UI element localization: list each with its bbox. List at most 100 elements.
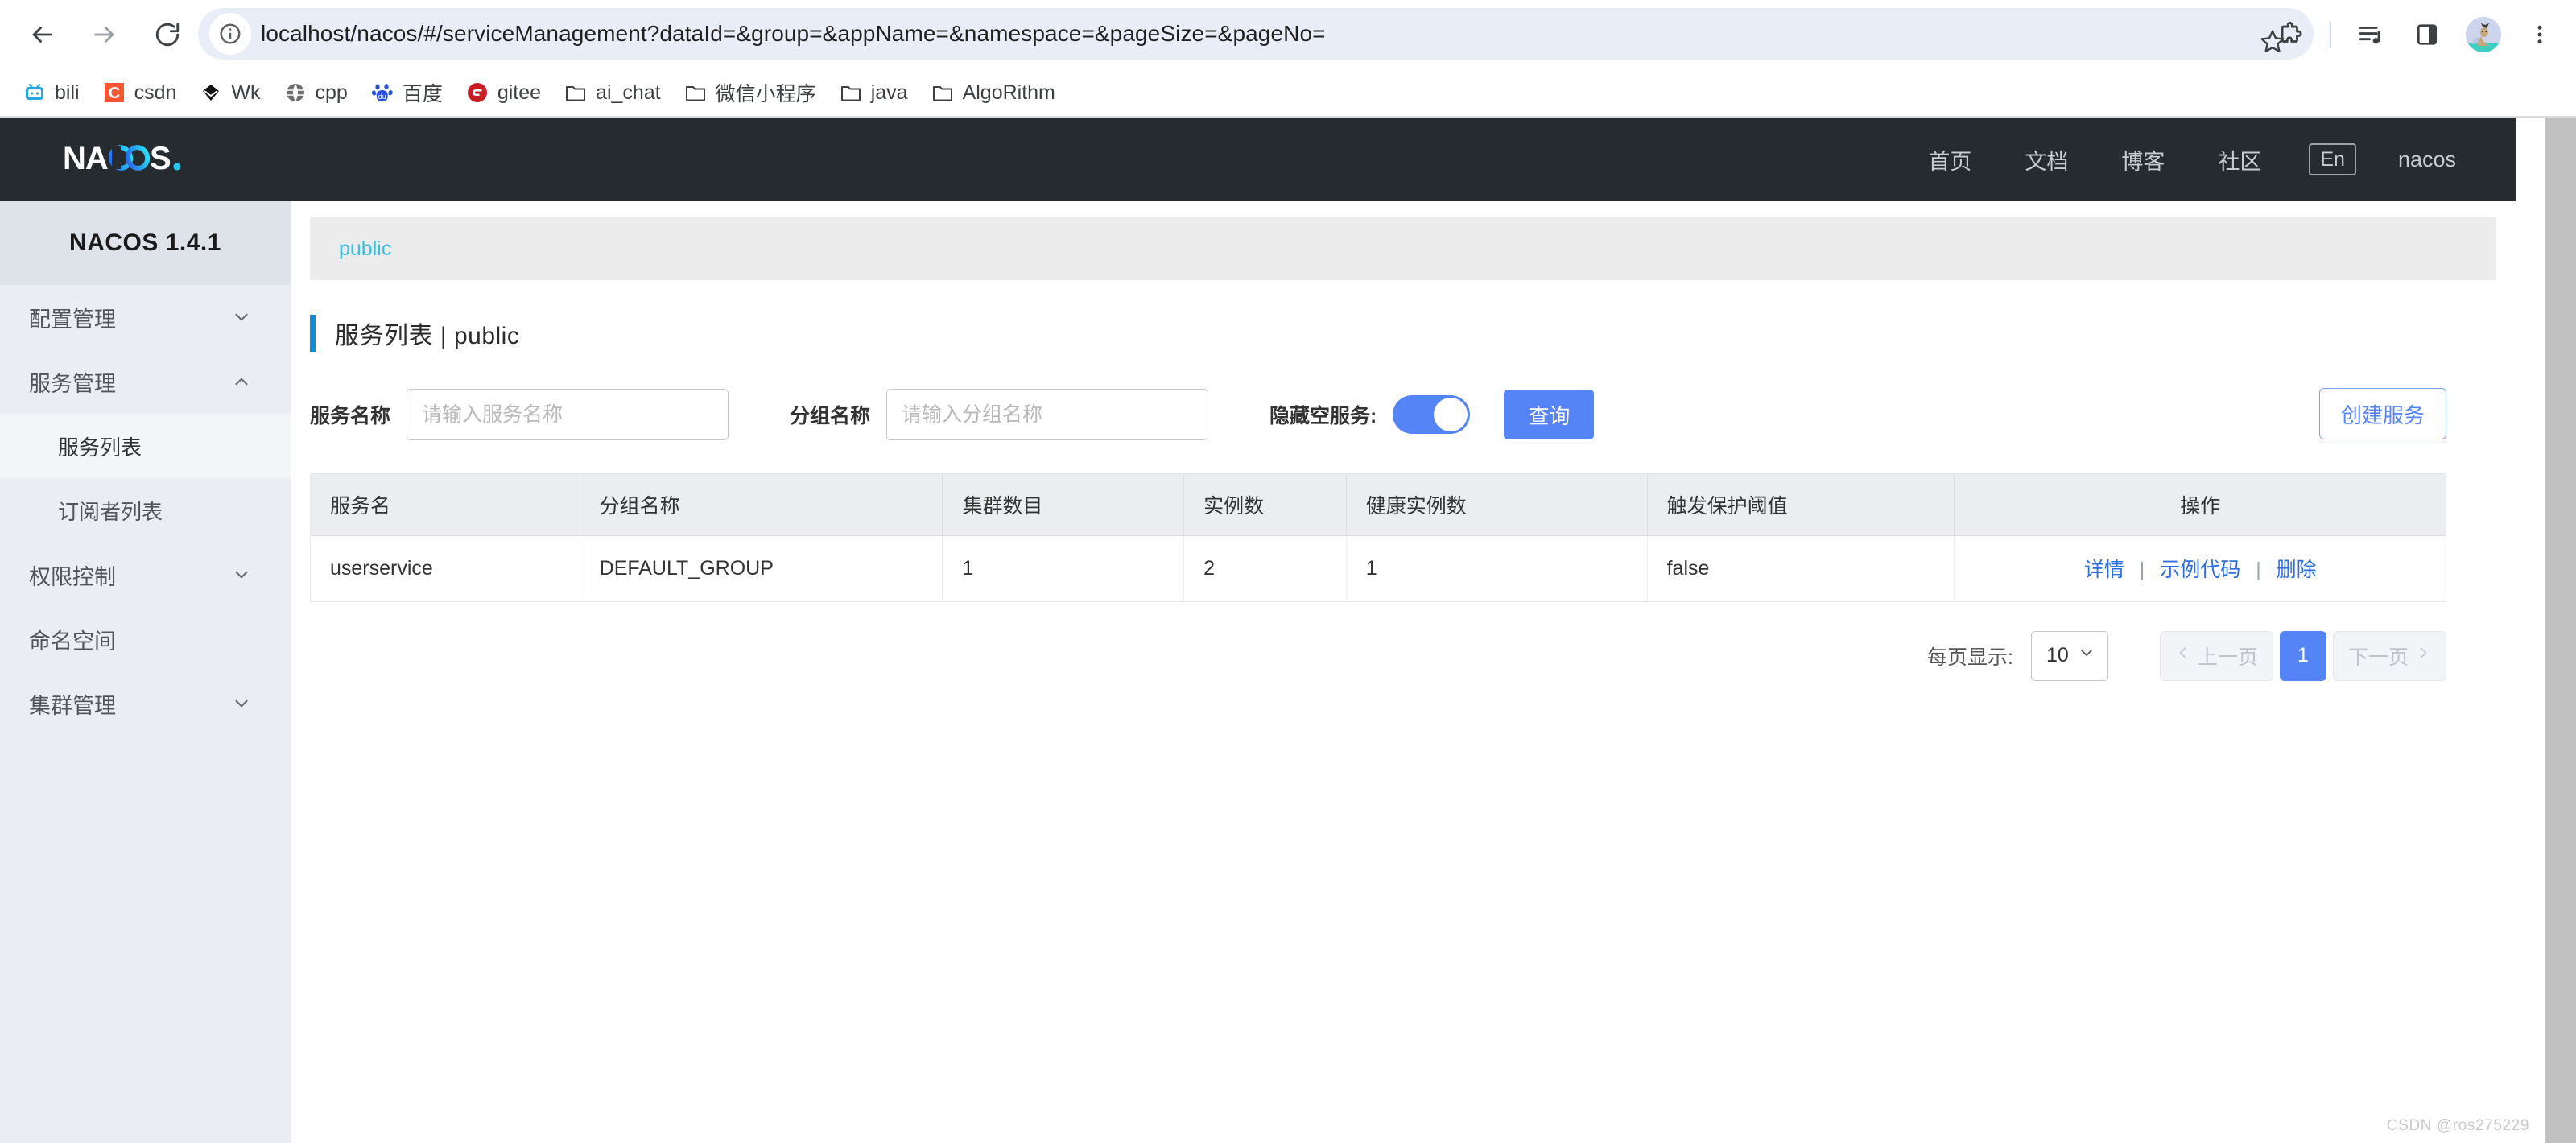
folder-icon: [683, 80, 708, 105]
side-panel-icon[interactable]: [2402, 10, 2452, 60]
sidebar-item-label: 命名空间: [29, 629, 116, 654]
cpp-globe-icon: [283, 80, 308, 105]
table-header-row: 服务名 分组名称 集群数目 实例数 健康实例数 触发保护阈值 操作: [311, 474, 2446, 536]
breadcrumb-namespace-link[interactable]: public: [339, 237, 391, 261]
cell-cluster-count: 1: [942, 535, 1185, 602]
sidebar-item-service-list[interactable]: 服务列表: [0, 414, 291, 478]
page-number-1-button[interactable]: 1: [2279, 630, 2326, 681]
group-name-input[interactable]: [886, 389, 1209, 440]
forward-button[interactable]: [79, 9, 130, 60]
reload-button[interactable]: [142, 9, 193, 60]
svg-text:S: S: [150, 141, 171, 176]
chevron-up-icon: [231, 371, 252, 392]
action-separator: |: [2139, 559, 2145, 581]
screenshot-root: localhost/nacos/#/serviceManagement?data…: [0, 0, 2576, 1143]
browser-toolbar: localhost/nacos/#/serviceManagement?data…: [0, 0, 2576, 69]
address-bar[interactable]: localhost/nacos/#/serviceManagement?data…: [198, 8, 2314, 60]
hide-empty-service-toggle[interactable]: [1393, 395, 1471, 434]
navigation-buttons: [16, 0, 193, 69]
filter-bar: 服务名称 分组名称 隐藏空服务: 查询 创建服务: [310, 388, 2516, 441]
service-name-input[interactable]: [407, 389, 729, 440]
extensions-puzzle-icon[interactable]: [2265, 10, 2315, 60]
service-table-wrapper: 服务名 分组名称 集群数目 实例数 健康实例数 触发保护阈值 操作 userse…: [310, 473, 2446, 602]
sidebar-item-service-management[interactable]: 服务管理: [0, 349, 291, 414]
sidebar-item-label: 配置管理: [29, 307, 116, 332]
hide-empty-service-label: 隐藏空服务:: [1269, 405, 1377, 427]
back-button[interactable]: [16, 9, 68, 60]
browser-window-scrollbar[interactable]: [2545, 118, 2576, 1143]
prev-page-label: 上一页: [2197, 646, 2258, 669]
sidebar-item-permission-control[interactable]: 权限控制: [0, 543, 291, 607]
bookmark-wk[interactable]: Wk: [191, 76, 271, 109]
per-page-value: 10: [2046, 644, 2069, 666]
profile-avatar-icon[interactable]: [2458, 10, 2508, 60]
bookmark-gitee[interactable]: gitee: [457, 76, 552, 109]
next-page-label: 下一页: [2347, 646, 2409, 669]
service-table: 服务名 分组名称 集群数目 实例数 健康实例数 触发保护阈值 操作 userse…: [311, 474, 2446, 602]
table-head: 服务名 分组名称 集群数目 实例数 健康实例数 触发保护阈值 操作: [311, 474, 2446, 536]
media-playlist-icon[interactable]: [2346, 10, 2396, 60]
nav-link-home[interactable]: 首页: [1901, 144, 1998, 175]
svg-text:C: C: [108, 85, 119, 102]
language-switch-button[interactable]: En: [2309, 142, 2356, 176]
column-header-protect-threshold: 触发保护阈值: [1647, 474, 1955, 536]
prev-page-button[interactable]: 上一页: [2159, 630, 2273, 681]
sidebar-item-namespace[interactable]: 命名空间: [0, 607, 291, 671]
action-delete-link[interactable]: 删除: [2277, 559, 2317, 581]
sidebar-item-label: 服务列表: [58, 435, 142, 460]
csdn-icon: C: [102, 80, 126, 105]
svg-text:NA: NA: [63, 141, 108, 176]
bookmark-label: 百度: [402, 83, 443, 105]
bookmark-cpp[interactable]: cpp: [275, 76, 359, 109]
cell-protect-threshold: false: [1647, 535, 1955, 602]
bookmark-label: cpp: [315, 80, 348, 104]
table-row: userservice DEFAULT_GROUP 1 2 1 false 详情…: [311, 535, 2446, 602]
three-dot-menu-icon[interactable]: [2515, 10, 2565, 60]
site-info-icon[interactable]: [209, 13, 251, 55]
sidebar-item-config-management[interactable]: 配置管理: [0, 285, 291, 349]
toggle-knob: [1434, 398, 1468, 431]
bookmark-ai-chat[interactable]: ai_chat: [555, 76, 672, 109]
cell-operations: 详情 | 示例代码 | 删除: [1954, 535, 2446, 602]
bookmark-java[interactable]: java: [831, 76, 919, 109]
chevron-right-icon: [2415, 644, 2431, 667]
title-accent-bar: [310, 315, 316, 352]
nav-link-docs[interactable]: 文档: [1998, 144, 2095, 175]
bookmark-csdn[interactable]: C csdn: [94, 76, 188, 109]
folder-icon: [839, 80, 863, 105]
current-user-label[interactable]: nacos: [2369, 147, 2466, 172]
per-page-select[interactable]: 10: [2030, 630, 2108, 681]
bookmark-label: ai_chat: [596, 80, 661, 104]
sidebar-version-title: NACOS 1.4.1: [0, 201, 291, 285]
toolbar-divider: [2330, 21, 2331, 48]
action-detail-link[interactable]: 详情: [2084, 559, 2124, 581]
baidu-icon: du: [370, 80, 394, 105]
bookmark-baidu[interactable]: du 百度: [362, 73, 454, 112]
sidebar-item-subscriber-list[interactable]: 订阅者列表: [0, 478, 291, 543]
pagination-buttons: 上一页 1 下一页: [2159, 630, 2446, 681]
service-name-label: 服务名称: [310, 405, 391, 427]
column-header-group-name: 分组名称: [580, 474, 943, 536]
bookmark-algorithm[interactable]: AlgoRithm: [923, 76, 1067, 109]
column-header-instance-count: 实例数: [1183, 474, 1347, 536]
nacos-logo[interactable]: NA S: [63, 141, 232, 179]
chevron-left-icon: [2175, 644, 2191, 667]
url-text: localhost/nacos/#/serviceManagement?data…: [261, 21, 1326, 46]
bookmark-label: csdn: [134, 80, 177, 104]
pagination: 每页显示: 10 上一页 1 下一页: [292, 630, 2446, 681]
bookmark-label: AlgoRithm: [962, 80, 1055, 104]
nav-link-community[interactable]: 社区: [2191, 144, 2288, 175]
query-button[interactable]: 查询: [1504, 390, 1595, 439]
cell-healthy-instance-count: 1: [1346, 535, 1648, 602]
sidebar-item-label: 服务管理: [29, 371, 116, 396]
bookmark-bili[interactable]: bili: [14, 76, 91, 109]
nav-link-blog[interactable]: 博客: [2095, 144, 2191, 175]
sidebar-item-cluster-management[interactable]: 集群管理: [0, 671, 291, 736]
bookmark-wechat-miniprogram[interactable]: 微信小程序: [675, 73, 828, 112]
create-service-button[interactable]: 创建服务: [2318, 388, 2446, 439]
column-header-operations: 操作: [1954, 474, 2446, 536]
page-title-text: 服务列表 | public: [335, 323, 520, 349]
next-page-button[interactable]: 下一页: [2332, 630, 2446, 681]
table-body: userservice DEFAULT_GROUP 1 2 1 false 详情…: [311, 535, 2446, 602]
action-sample-code-link[interactable]: 示例代码: [2160, 559, 2240, 581]
